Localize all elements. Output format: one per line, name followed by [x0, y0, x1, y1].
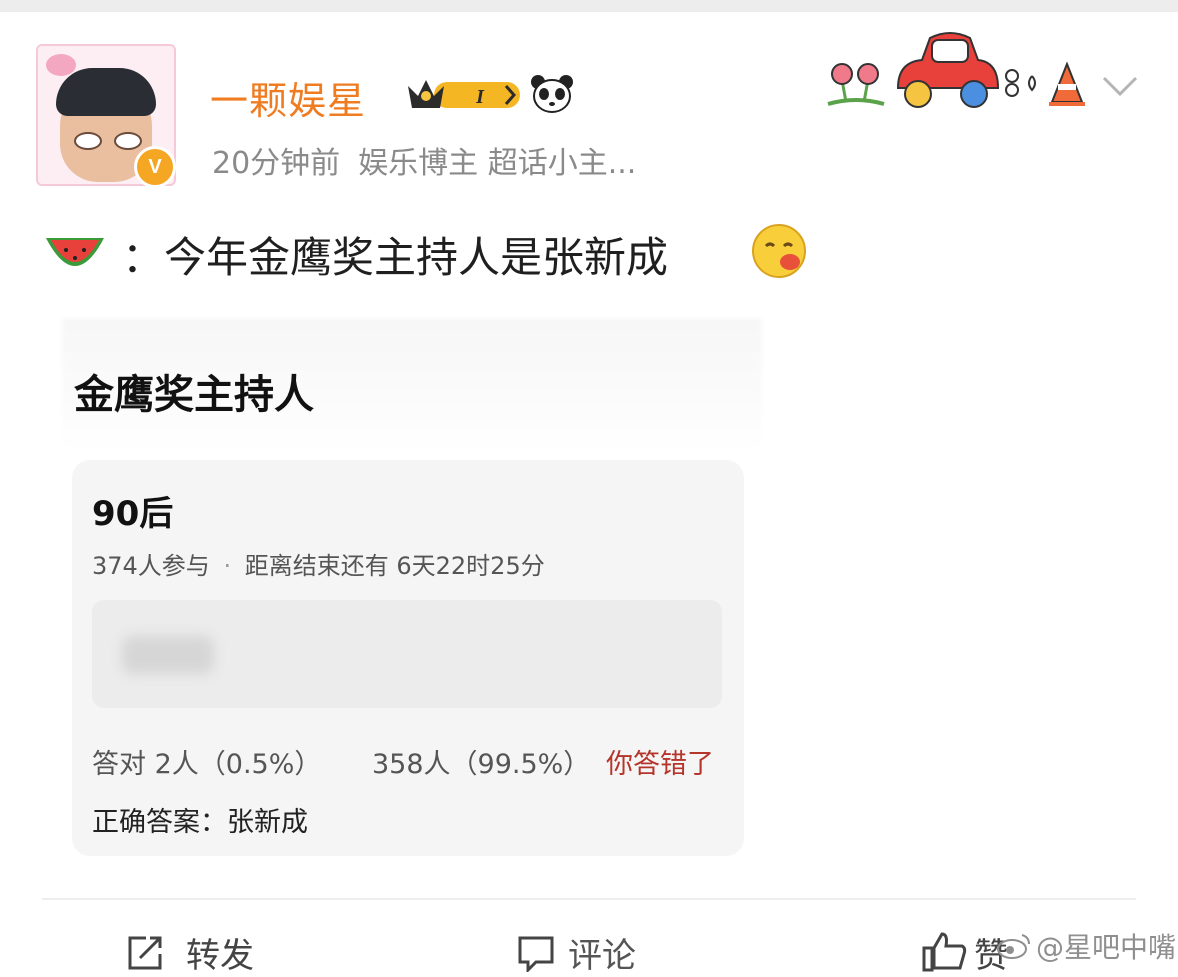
author-tags: 娱乐博主 超话小主...: [358, 146, 637, 181]
blurred-answer: [122, 636, 214, 674]
panda-icon: [531, 75, 573, 113]
repost-label: 转发: [186, 936, 254, 976]
watermark-text: @星吧中嘴: [1036, 931, 1177, 964]
bow-icon: [46, 54, 76, 76]
embedded-screenshot[interactable]: 金鹰奖主持人 90后 374人参与 · 距离结束还有 6天22时25分 答对 2…: [62, 318, 762, 878]
correct-stat: 答对 2人（0.5%）: [92, 749, 322, 780]
post-text: ：今年金鹰奖主持人是张新成: [122, 233, 669, 282]
deadline: 距离结束还有 6天22时25分: [244, 552, 545, 580]
chevron-down-icon[interactable]: [1100, 72, 1140, 102]
avatar-eye: [74, 132, 102, 150]
post-time: 20分钟前: [212, 146, 341, 181]
smoke-icon: [1005, 69, 1036, 97]
avatar[interactable]: V: [36, 44, 176, 188]
weibo-logo-icon: [997, 934, 1030, 959]
vip-level: I: [475, 86, 485, 108]
traffic-cone-icon: [1049, 62, 1085, 106]
divider: [42, 898, 1136, 900]
flower-icon: [827, 63, 885, 106]
username[interactable]: 一颗娱星: [210, 70, 366, 125]
answer-option[interactable]: [92, 600, 722, 708]
answer-stats: 答对 2人（0.5%） 358人（99.5%） 你答错了: [92, 742, 732, 780]
correct-answer: 正确答案：张新成: [92, 807, 308, 838]
separator-dot: ·: [223, 552, 232, 580]
avatar-hair: [56, 68, 156, 116]
participant-count: 374人参与: [92, 552, 210, 580]
post-meta: 20分钟前 娱乐博主 超话小主...: [212, 138, 654, 182]
quiz-info: 374人参与 · 距离结束还有 6天22时25分: [92, 546, 545, 581]
thumb-up-icon: [922, 932, 967, 972]
verified-icon: V: [134, 146, 176, 188]
watermelon-icon: [46, 238, 104, 266]
wrong-stat: 358人（99.5%）: [372, 749, 591, 780]
avatar-eye: [114, 132, 142, 150]
vip-crown-icon[interactable]: I: [406, 74, 522, 114]
status-strip: [0, 0, 1178, 12]
comment-icon: [518, 936, 554, 972]
emoji-icon: [752, 224, 806, 278]
car-icon: [896, 32, 1000, 108]
share-icon: [128, 936, 162, 970]
quiz-question: 90后: [92, 494, 174, 534]
quiz-card: 90后 374人参与 · 距离结束还有 6天22时25分 答对 2人（0.5%）…: [72, 460, 744, 856]
comment-label: 评论: [568, 936, 636, 976]
quiz-title: 金鹰奖主持人: [74, 372, 314, 418]
verdict-text: 你答错了: [606, 749, 714, 780]
